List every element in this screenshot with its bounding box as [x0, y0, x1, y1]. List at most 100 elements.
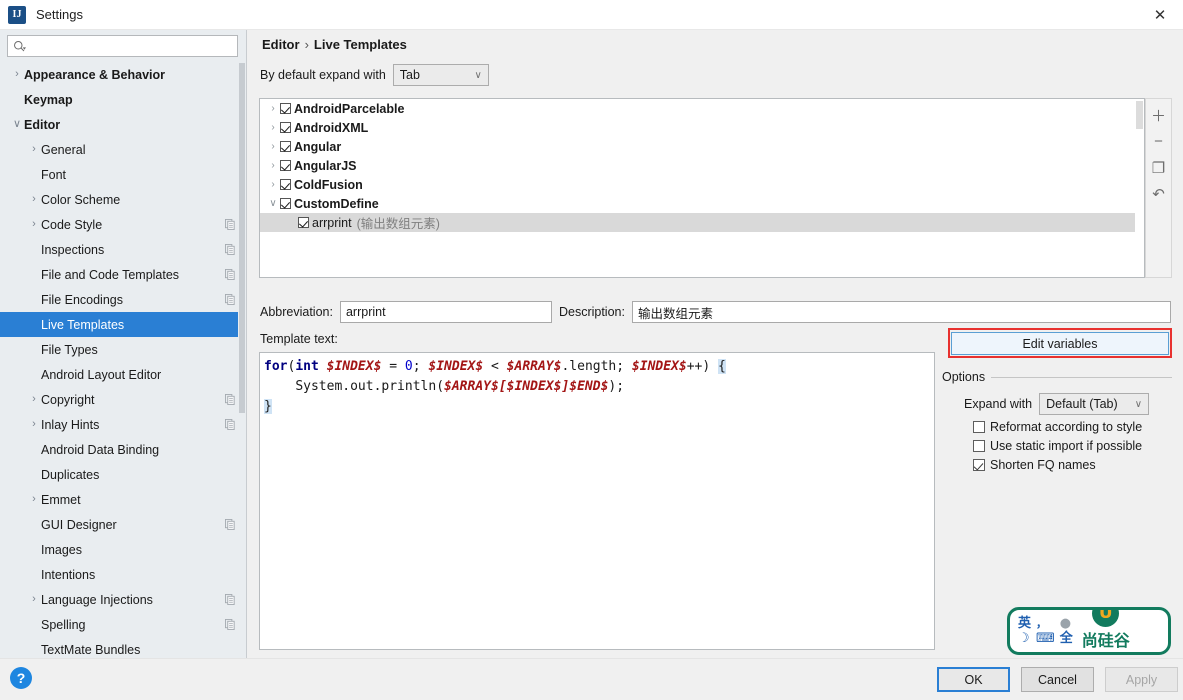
chevron-right-icon[interactable]: › — [266, 122, 280, 133]
default-expand-dropdown[interactable]: Tab ∨ — [393, 64, 489, 86]
sidebar-item-language-injections[interactable]: ›Language Injections — [0, 587, 246, 612]
search-box[interactable] — [7, 35, 238, 57]
template-checkbox[interactable] — [280, 160, 291, 171]
sidebar-item-images[interactable]: Images — [0, 537, 246, 562]
code-var-index-2: $INDEX$ — [428, 359, 483, 374]
template-row-androidparcelable[interactable]: ›AndroidParcelable — [260, 99, 1144, 118]
chevron-right-icon[interactable]: › — [266, 103, 280, 114]
ok-button[interactable]: OK — [937, 667, 1010, 692]
remove-button[interactable]: − — [1146, 129, 1171, 154]
template-checkbox[interactable] — [280, 179, 291, 190]
template-checkbox[interactable] — [280, 198, 291, 209]
chevron-right-icon[interactable]: › — [27, 219, 41, 230]
breadcrumb-parent[interactable]: Editor — [262, 37, 300, 52]
sidebar-item-general[interactable]: ›General — [0, 137, 246, 162]
sidebar-item-android-data-binding[interactable]: Android Data Binding — [0, 437, 246, 462]
chevron-down-icon[interactable]: ∨ — [266, 198, 280, 209]
option-checkbox[interactable] — [973, 459, 985, 471]
sidebar-scrollbar-thumb[interactable] — [239, 63, 245, 413]
template-text-editor[interactable]: for(int $INDEX$ = 0; $INDEX$ < $ARRAY$.l… — [259, 352, 935, 650]
sidebar-item-duplicates[interactable]: Duplicates — [0, 462, 246, 487]
ime-moon-icon[interactable]: ☽ — [1018, 632, 1031, 645]
sidebar-item-live-templates[interactable]: Live Templates — [0, 312, 246, 337]
template-name: AngularJS — [294, 159, 357, 173]
sidebar-item-file-encodings[interactable]: File Encodings — [0, 287, 246, 312]
revert-button[interactable]: ↶ — [1146, 181, 1171, 206]
template-checkbox[interactable] — [280, 141, 291, 152]
template-row-angularjs[interactable]: › AngularJS — [260, 156, 1144, 175]
option-row[interactable]: Reformat according to style — [942, 420, 1172, 434]
sidebar-item-gui-designer[interactable]: GUI Designer — [0, 512, 246, 537]
chevron-right-icon[interactable]: › — [266, 179, 280, 190]
apply-button[interactable]: Apply — [1105, 667, 1178, 692]
live-templates-panel: Editor›Live Templates By default expand … — [247, 30, 1183, 658]
help-button[interactable]: ? — [10, 667, 32, 689]
template-tree-rows: ›AndroidParcelable›AndroidXML›Angular›An… — [260, 99, 1144, 232]
sidebar-item-inlay-hints[interactable]: ›Inlay Hints — [0, 412, 246, 437]
code-semicolon-1: ; — [413, 359, 429, 374]
template-checkbox[interactable] — [280, 122, 291, 133]
ime-punctuation-icon[interactable]: ， — [1036, 618, 1055, 629]
ime-language-icon[interactable]: 英 — [1018, 617, 1031, 630]
sidebar-item-emmet[interactable]: ›Emmet — [0, 487, 246, 512]
close-icon[interactable]: ✕ — [1137, 0, 1183, 30]
copy-settings-icon — [225, 519, 236, 530]
sidebar-item-file-and-code-templates[interactable]: File and Code Templates — [0, 262, 246, 287]
sidebar-item-textmate-bundles[interactable]: TextMate Bundles — [0, 637, 246, 658]
chevron-right-icon[interactable]: › — [10, 69, 24, 80]
sidebar-item-inspections[interactable]: Inspections — [0, 237, 246, 262]
edit-variables-button[interactable]: Edit variables — [951, 332, 1169, 355]
sidebar-item-font[interactable]: Font — [0, 162, 246, 187]
abbreviation-label: Abbreviation: — [260, 305, 333, 319]
sidebar-item-android-layout-editor[interactable]: Android Layout Editor — [0, 362, 246, 387]
chevron-right-icon[interactable]: › — [27, 594, 41, 605]
sidebar-item-editor[interactable]: ∨Editor — [0, 112, 246, 137]
cancel-button[interactable]: Cancel — [1021, 667, 1094, 692]
sidebar-item-file-types[interactable]: File Types — [0, 337, 246, 362]
search-input[interactable] — [26, 38, 232, 54]
option-row[interactable]: Shorten FQ names — [942, 458, 1172, 472]
template-tree[interactable]: ›AndroidParcelable›AndroidXML›Angular›An… — [259, 98, 1145, 278]
template-checkbox[interactable] — [280, 103, 291, 114]
expand-with-dropdown[interactable]: Default (Tab) ∨ — [1039, 393, 1149, 415]
chevron-right-icon[interactable]: › — [27, 394, 41, 405]
template-checkbox[interactable] — [298, 217, 309, 228]
sidebar-item-intentions[interactable]: Intentions — [0, 562, 246, 587]
description-input[interactable]: 输出数组元素 — [632, 301, 1171, 323]
sidebar-scrollbar[interactable] — [238, 61, 246, 658]
duplicate-button[interactable]: ❐ — [1146, 155, 1171, 180]
template-tree-scrollbar[interactable] — [1135, 99, 1144, 277]
chevron-right-icon[interactable]: › — [266, 160, 280, 171]
sidebar-item-label: Appearance & Behavior — [24, 68, 236, 82]
template-row-angular[interactable]: ›Angular — [260, 137, 1144, 156]
ime-keyboard-icon[interactable]: ⌨ — [1036, 632, 1055, 645]
option-checkbox[interactable] — [973, 421, 985, 433]
options-group: Options Expand with Default (Tab) ∨ Refo… — [942, 370, 1172, 472]
edit-variables-container: Edit variables — [948, 328, 1172, 358]
template-row-arrprint[interactable]: arrprint(输出数组元素) — [260, 213, 1144, 232]
ime-fullwidth-icon[interactable]: 全 — [1060, 632, 1073, 645]
option-row[interactable]: Use static import if possible — [942, 439, 1172, 453]
chevron-down-icon[interactable]: ∨ — [10, 119, 24, 130]
abbreviation-input[interactable]: arrprint — [340, 301, 552, 323]
add-button[interactable]: ＋ — [1146, 103, 1171, 128]
template-name: AndroidXML — [294, 121, 368, 135]
ime-user-icon[interactable]: ● — [1060, 617, 1073, 630]
chevron-right-icon[interactable]: › — [266, 141, 280, 152]
chevron-right-icon[interactable]: › — [27, 419, 41, 430]
chevron-right-icon[interactable]: › — [27, 194, 41, 205]
sidebar-item-code-style[interactable]: ›Code Style — [0, 212, 246, 237]
chevron-right-icon[interactable]: › — [27, 494, 41, 505]
sidebar-item-spelling[interactable]: Spelling — [0, 612, 246, 637]
sidebar-item-keymap[interactable]: Keymap — [0, 87, 246, 112]
option-checkbox[interactable] — [973, 440, 985, 452]
code-indent — [264, 379, 295, 394]
sidebar-item-copyright[interactable]: ›Copyright — [0, 387, 246, 412]
template-row-coldfusion[interactable]: ›ColdFusion — [260, 175, 1144, 194]
template-tree-scrollbar-thumb[interactable] — [1136, 101, 1143, 129]
template-row-androidxml[interactable]: › AndroidXML — [260, 118, 1144, 137]
chevron-right-icon[interactable]: › — [27, 144, 41, 155]
template-row-customdefine[interactable]: ∨CustomDefine — [260, 194, 1144, 213]
sidebar-item-appearance-behavior[interactable]: ›Appearance & Behavior — [0, 62, 246, 87]
sidebar-item-color-scheme[interactable]: ›Color Scheme — [0, 187, 246, 212]
